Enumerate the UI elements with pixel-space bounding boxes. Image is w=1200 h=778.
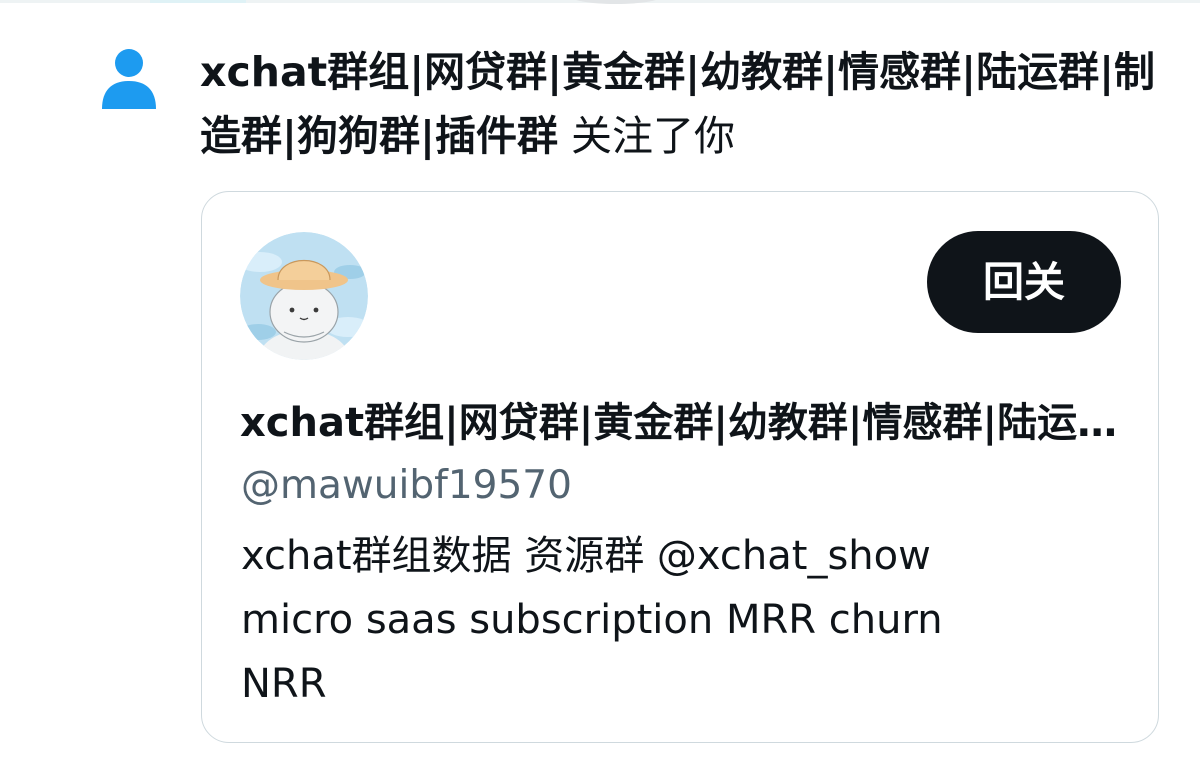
bio-line: micro saas subscription MRR churn — [241, 597, 943, 643]
person-icon — [102, 49, 156, 109]
notification-action: 关注了你 — [571, 112, 735, 160]
follow-back-button[interactable]: 回关 — [927, 231, 1121, 333]
avatar[interactable] — [240, 232, 368, 360]
display-name[interactable]: xchat群组|网贷群|黄金群|幼教群|情感群|陆运群|制造群|狗狗群|插件群 — [240, 395, 1120, 451]
avatar-image — [240, 232, 368, 360]
user-handle[interactable]: @mawuibf19570 — [241, 458, 572, 514]
bio-line: xchat群组数据 资源群 @xchat_show — [241, 533, 931, 579]
notification-text: xchat群组|网贷群|黄金群|幼教群|情感群|陆运群|制造群|狗狗群|插件群 … — [200, 40, 1160, 168]
top-divider-accent — [150, 0, 246, 3]
bio-line: NRR — [241, 661, 327, 707]
user-bio: xchat群组数据 资源群 @xchat_show micro saas sub… — [241, 524, 1121, 716]
